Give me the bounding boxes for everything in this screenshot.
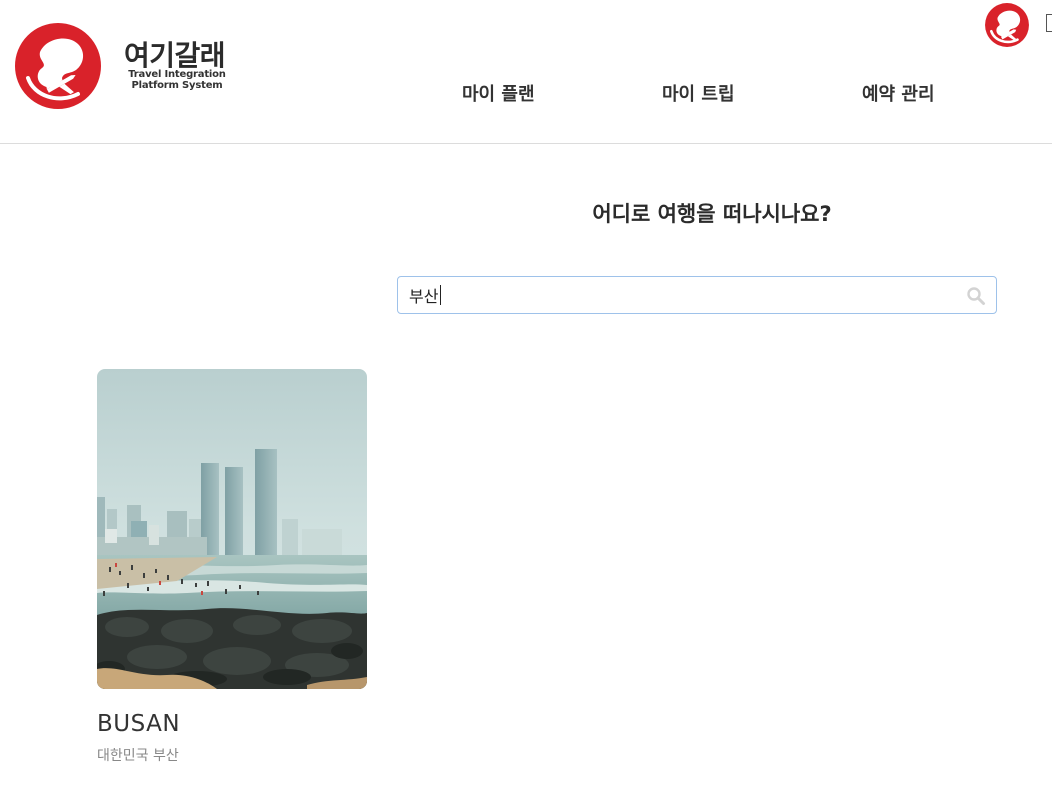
nav-my-trip[interactable]: 마이 트립: [662, 80, 735, 106]
text-caret: [440, 285, 441, 305]
destination-card[interactable]: BUSAN 대한민국 부산: [97, 369, 367, 764]
brand-subtitle: Travel Integration Platform System: [124, 69, 230, 91]
brand-name[interactable]: 여기갈래: [124, 34, 226, 74]
page: 여기갈래 Travel Integration Platform System …: [0, 0, 1052, 800]
site-header: 여기갈래 Travel Integration Platform System …: [0, 0, 1052, 144]
page-heading: 어디로 여행을 떠나시나요?: [592, 202, 832, 226]
search-icon[interactable]: [966, 286, 986, 306]
nav-reservations[interactable]: 예약 관리: [862, 80, 935, 106]
brand-subtitle-line1: Travel Integration: [128, 69, 226, 80]
globe-airplane-avatar-icon[interactable]: [984, 2, 1030, 48]
menu-edge-icon[interactable]: [1046, 14, 1052, 32]
destination-title[interactable]: BUSAN: [97, 711, 180, 737]
nav-my-plan[interactable]: 마이 플랜: [462, 80, 535, 106]
globe-airplane-logo-icon[interactable]: [14, 22, 102, 110]
search-input[interactable]: [398, 277, 958, 313]
brand-subtitle-line2: Platform System: [131, 80, 223, 91]
busan-beach-photo[interactable]: [97, 369, 367, 689]
destination-subtitle: 대한민국 부산: [97, 748, 179, 764]
search-box: [397, 276, 997, 314]
